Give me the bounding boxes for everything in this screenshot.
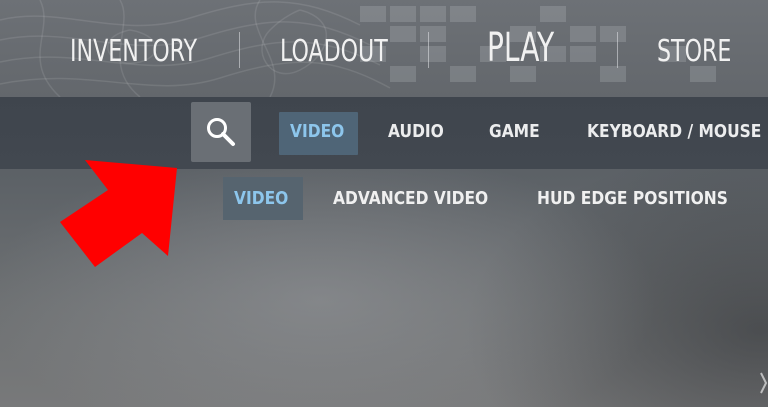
nav-divider (428, 32, 429, 68)
nav-store[interactable]: STORE (657, 30, 731, 74)
tab-audio[interactable]: AUDIO (388, 112, 444, 152)
tab-game[interactable]: GAME (489, 112, 540, 152)
subtab-hud-edge-positions[interactable]: HUD EDGE POSITIONS (537, 177, 728, 220)
nav-loadout[interactable]: LOADOUT (280, 30, 388, 74)
search-button[interactable] (191, 102, 251, 162)
scroll-edge-icon (760, 372, 768, 394)
subtab-advanced-video[interactable]: ADVANCED VIDEO (333, 177, 488, 220)
search-icon (207, 118, 235, 146)
nav-inventory[interactable]: INVENTORY (70, 30, 197, 74)
red-arrow-icon (60, 160, 177, 267)
nav-divider (617, 32, 618, 68)
subtab-video[interactable]: VIDEO (234, 177, 288, 220)
tab-video[interactable]: VIDEO (290, 112, 344, 152)
top-navigation-bar: INVENTORY LOADOUT PLAY STORE (0, 0, 768, 97)
nav-divider (239, 32, 240, 68)
nav-play[interactable]: PLAY (487, 26, 554, 70)
tab-keyboard-mouse[interactable]: KEYBOARD / MOUSE (587, 112, 761, 152)
